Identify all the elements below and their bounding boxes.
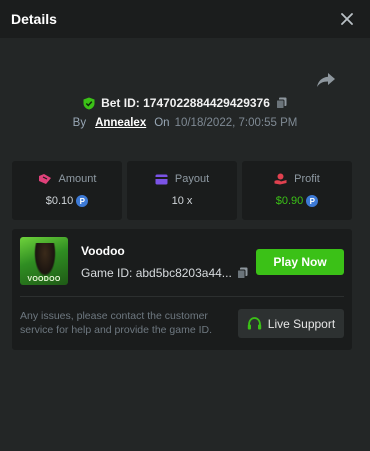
money-wings-icon xyxy=(38,173,52,185)
bet-meta-row: By Annealex On 10/18/2022, 7:00:55 PM xyxy=(0,117,370,129)
shield-check-icon xyxy=(83,97,95,110)
wallet-icon xyxy=(155,174,168,185)
coin-icon: P xyxy=(306,195,319,207)
bet-stats: Amount $0.10 P Payout 10 x Profit $0.90 … xyxy=(12,161,352,220)
bet-id-label: Bet ID: xyxy=(101,96,140,110)
amount-value: $0.10 xyxy=(45,195,74,207)
modal-title: Details xyxy=(11,11,57,27)
close-icon[interactable] xyxy=(338,10,356,28)
bet-datetime: 10/18/2022, 7:00:55 PM xyxy=(174,117,298,129)
live-support-label: Live Support xyxy=(267,316,336,331)
game-thumbnail-text: VOODOO xyxy=(27,276,61,283)
copy-game-id-icon[interactable] xyxy=(236,267,248,279)
copy-bet-id-icon[interactable] xyxy=(275,97,287,109)
on-label: On xyxy=(154,117,170,129)
share-icon[interactable] xyxy=(316,71,336,89)
game-id-label: Game ID: xyxy=(81,266,133,280)
bet-id-value: 1747022884429429376 xyxy=(143,96,270,110)
profit-label: Profit xyxy=(294,173,320,185)
by-label: By xyxy=(72,117,87,129)
profit-stat: Profit $0.90 P xyxy=(242,161,352,220)
coin-icon: P xyxy=(76,195,89,207)
details-modal: Details Bet ID: 1747022884429429376 By A… xyxy=(0,0,370,451)
payout-value: 10 x xyxy=(171,195,193,207)
divider xyxy=(20,296,344,297)
payout-label: Payout xyxy=(174,173,210,185)
coins-hand-icon xyxy=(274,173,287,185)
play-now-button[interactable]: Play Now xyxy=(256,249,344,275)
game-name: Voodoo xyxy=(81,244,125,258)
headset-icon xyxy=(247,316,262,331)
game-id-row: Game ID: abd5bc8203a44... xyxy=(81,266,248,280)
bettor-username-link[interactable]: Annealex xyxy=(95,117,146,129)
profit-value: $0.90 xyxy=(275,195,304,207)
game-id-value: abd5bc8203a44... xyxy=(135,266,232,280)
payout-stat: Payout 10 x xyxy=(127,161,237,220)
game-card: VOODOO Voodoo Game ID: abd5bc8203a44... … xyxy=(12,229,352,350)
amount-stat: Amount $0.10 P xyxy=(12,161,122,220)
support-notice: Any issues, please contact the customer … xyxy=(20,310,213,336)
amount-label: Amount xyxy=(58,173,97,185)
live-support-button[interactable]: Live Support xyxy=(238,309,344,338)
game-thumbnail[interactable]: VOODOO xyxy=(20,237,68,285)
bet-id-row: Bet ID: 1747022884429429376 xyxy=(0,96,370,110)
modal-header: Details xyxy=(0,0,370,38)
